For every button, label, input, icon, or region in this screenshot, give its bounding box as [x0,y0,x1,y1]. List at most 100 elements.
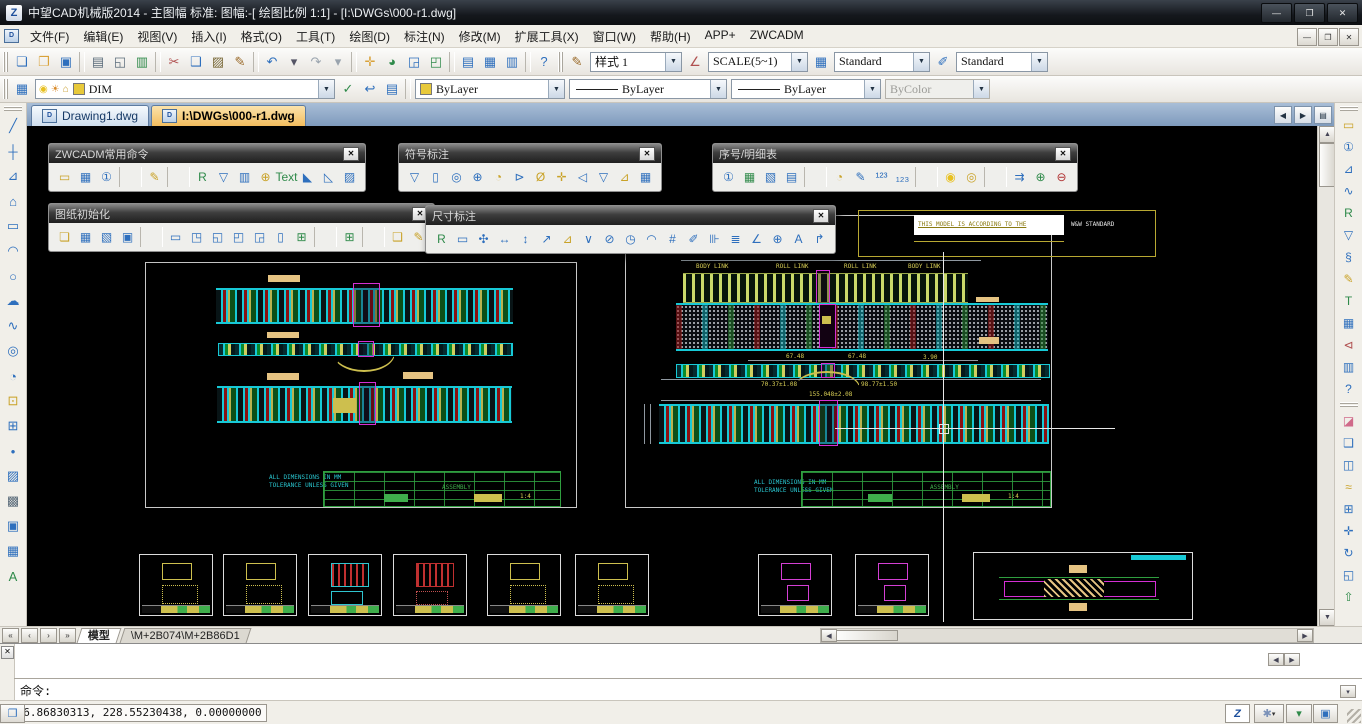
menu-item[interactable]: 帮助(H) [643,26,698,47]
redo-icon[interactable]: ↷ [305,51,327,73]
datum-target-icon[interactable]: ⊕ [467,167,488,187]
frame-fill-icon[interactable]: ▣ [117,227,138,247]
maximize-button[interactable]: ❐ [1294,3,1325,23]
dim-settings-icon[interactable]: ✣ [473,229,494,249]
dropdown-arrow-icon[interactable]: ▼ [318,80,334,98]
leader-style-icon[interactable]: ✐ [932,51,954,73]
cell-tools-icon[interactable]: ▥ [1337,356,1361,377]
linetype-combo[interactable]: ByLayer ▼ [569,79,727,99]
dim-scale-combo[interactable]: SCALE(5~1) ▼ [708,52,808,72]
zw-logo-button[interactable]: Z [1225,704,1250,723]
copy-sheet-icon[interactable]: ❑ [387,227,408,247]
line-icon[interactable]: ╱ [1,114,25,138]
bom-table-edit-icon[interactable]: ▧ [760,167,781,187]
edit-brush-icon[interactable]: ✎ [144,167,165,187]
baseline-dim-icon[interactable]: ≣ [725,229,746,249]
scale-icon[interactable]: ◱ [1337,564,1361,585]
command-scroll-right-icon[interactable]: ▶ [1284,653,1300,666]
menu-item[interactable]: 文件(F) [23,26,76,47]
tool-palettes-icon[interactable]: ▥ [501,51,523,73]
renumber-icon[interactable]: ⇉ [1009,167,1030,187]
weld-symbol-icon[interactable]: ⊳ [509,167,530,187]
text-style-combo[interactable]: 样式 1 ▼ [590,52,682,72]
frame-dim-icon[interactable]: ▭ [452,229,473,249]
toolbar-grip[interactable] [4,106,22,111]
layer-previous-icon[interactable]: ↩ [359,78,381,100]
erase-icon[interactable]: ◪ [1337,410,1361,431]
make-object-layer-current-icon[interactable]: ✓ [337,78,359,100]
linear-dim-icon[interactable]: ↔ [494,229,515,249]
toolbar-grip[interactable] [558,52,563,72]
scroll-right-icon[interactable]: ▶ [1297,629,1313,642]
close-icon[interactable]: ✕ [813,209,829,223]
title-block-icon[interactable]: ▦ [75,167,96,187]
bulb-on-icon[interactable]: ◉ [940,167,961,187]
tolerance-frame-icon[interactable]: ▯ [425,167,446,187]
coordinate-readout[interactable]: 266.86830313, 228.55230438, 0.00000000 [4,704,267,722]
new-sheet-icon[interactable]: ❏ [54,227,75,247]
doc-list-button[interactable]: ▤ [1314,106,1332,124]
toolbar-grip[interactable] [1340,402,1358,407]
balloon-zoom-icon[interactable]: ◔ [829,167,850,187]
array-icon[interactable]: ⊞ [1337,498,1361,519]
mdi-restore-button[interactable]: ❐ [1318,28,1338,46]
drawing-canvas[interactable]: ALL DIMENSIONS IN MM TOLERANCE UNLESS GI… [27,126,1317,626]
doc-tab-scroll-left-button[interactable]: ◀ [1274,106,1292,124]
redo-dropdown-icon[interactable]: ▾ [327,51,349,73]
bom-table-add-icon[interactable]: ▦ [739,167,760,187]
table-tools-icon[interactable]: ▦ [1337,312,1361,333]
title-block2-icon[interactable]: ▦ [75,227,96,247]
hatch-icon[interactable]: ▨ [1,464,25,488]
help-icon[interactable]: ? [533,51,555,73]
dim-style-combo[interactable]: Standard ▼ [834,52,930,72]
workspace-menu-button[interactable]: ▾ [1286,704,1312,723]
cut-icon[interactable]: ✂ [163,51,185,73]
undo-icon[interactable]: ↶ [261,51,283,73]
canvas-horizontal-scrollbar[interactable]: ◀ ▶ [820,628,1314,643]
taper-symbol-icon[interactable]: ◁ [572,167,593,187]
view-balloon-icon[interactable]: ① [96,167,117,187]
zoom-realtime-icon[interactable]: ◕ [381,51,403,73]
command-window[interactable]: ✕ 正在初始化 VBA 系统...命令: '_.zoom _e ◀ ▶ 命令: … [0,643,1362,700]
gear-menu-button[interactable]: ✱▾ [1254,704,1284,723]
curve-icon[interactable]: ∿ [1337,180,1361,201]
datum-symbol-icon[interactable]: ⊕ [255,167,276,187]
doc-tab-drawing1[interactable]: D Drawing1.dwg [31,105,149,126]
diameter-dim-icon[interactable]: ⊘ [599,229,620,249]
layer-states-icon[interactable]: ▤ [381,78,403,100]
menu-item[interactable]: 窗口(W) [586,26,643,47]
radius-dim-icon[interactable]: R [192,167,213,187]
toolbar-grip[interactable] [1340,106,1358,111]
rectangle-icon[interactable]: ▭ [1,214,25,238]
menu-item[interactable]: 标注(N) [397,26,452,47]
menu-item[interactable]: 视图(V) [130,26,184,47]
offset-icon[interactable]: ≈ [1337,476,1361,497]
sketch-icon[interactable]: ⊿ [1337,158,1361,179]
menu-item[interactable]: 格式(O) [234,26,289,47]
text-label-icon[interactable]: Text [276,167,297,187]
pan-icon[interactable]: ✛ [359,51,381,73]
leader-tolerance-icon[interactable]: ↱ [809,229,830,249]
oblique-dim-icon[interactable]: ✐ [683,229,704,249]
properties-palette-icon[interactable]: ▤ [457,51,479,73]
toolbar-grip[interactable] [3,79,8,99]
annotate-icon[interactable]: ⊲ [1337,334,1361,355]
close-icon[interactable]: ✕ [1055,147,1071,161]
scrollbar-thumb[interactable] [836,630,898,641]
frame-settings-icon[interactable]: ▧ [96,227,117,247]
menu-item[interactable]: 插入(I) [184,26,233,47]
layer-combo[interactable]: ◉ ☀ ⌂ DIM ▼ [35,79,335,99]
table-icon[interactable]: ▦ [1,539,25,563]
color-combo[interactable]: ByLayer ▼ [415,79,565,99]
drawing-frame-icon[interactable]: ▭ [54,167,75,187]
layout-toggle[interactable]: ❐ [0,704,25,723]
circle-icon[interactable]: ○ [1,264,25,288]
dim-scale-icon[interactable]: ∠ [684,51,706,73]
datum-flag-icon[interactable]: ⊿ [614,167,635,187]
close-command-icon[interactable]: ✕ [1,646,14,659]
sheet-frame-icon[interactable]: ▭ [1337,114,1361,135]
border-a-icon[interactable]: ▭ [165,227,186,247]
arc-length-dim-icon[interactable]: ◠ [641,229,662,249]
chamfer-dim2-icon[interactable]: ◺ [318,167,339,187]
cell-grid-icon[interactable]: ▦ [635,167,656,187]
